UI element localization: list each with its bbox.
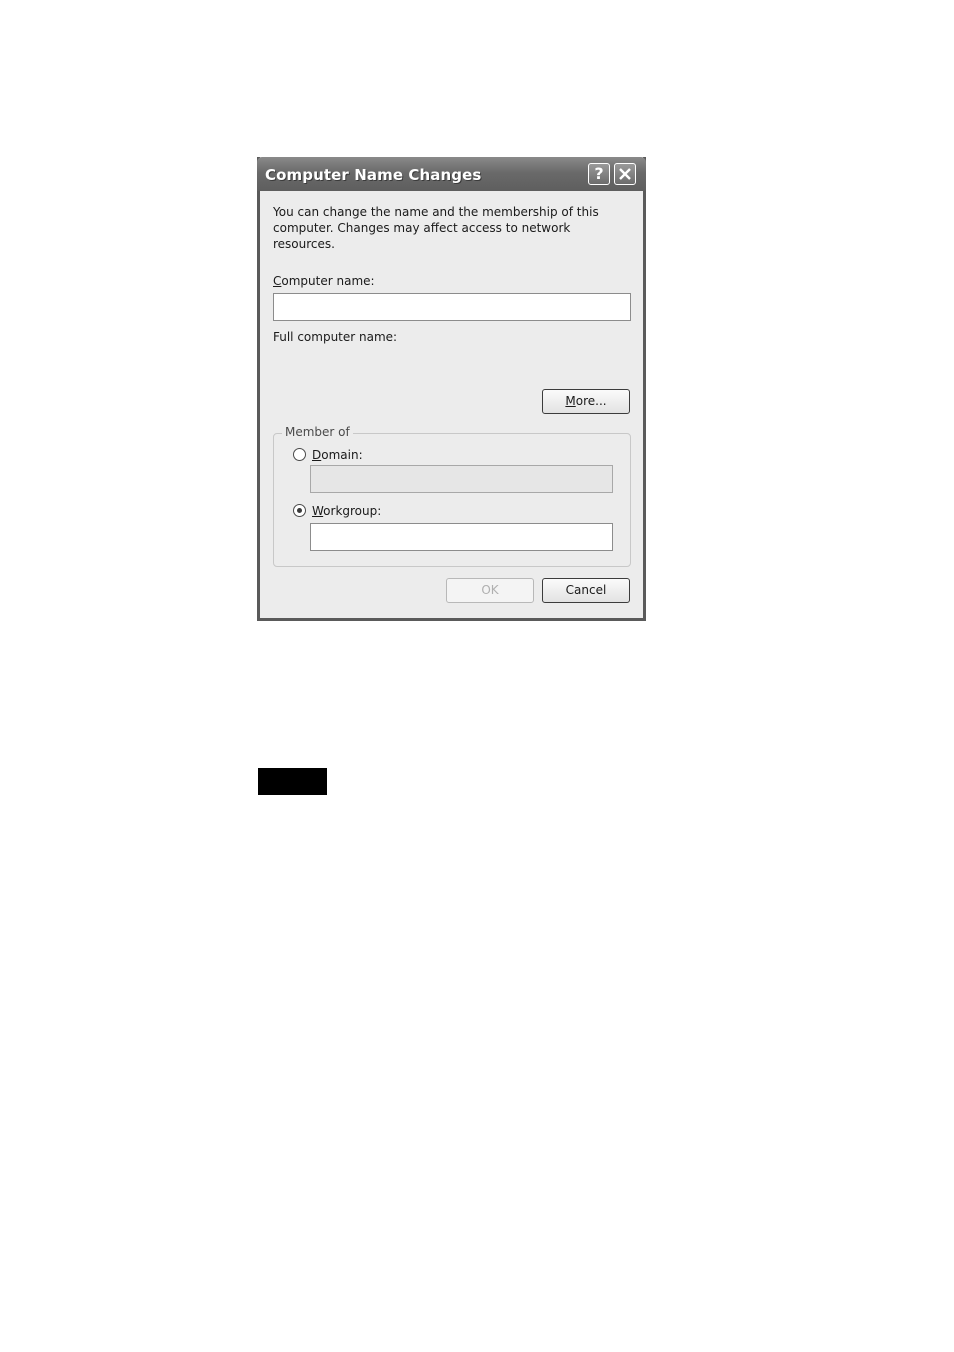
radio-selected-dot: [297, 508, 302, 513]
computer-name-input[interactable]: [273, 293, 631, 321]
full-computer-name-label: Full computer name:: [273, 330, 398, 344]
ok-button[interactable]: OK: [446, 578, 534, 603]
computer-name-label: Computer name:: [273, 274, 375, 288]
computer-name-changes-dialog: Computer Name Changes ? You can change t…: [257, 157, 646, 621]
title-bar[interactable]: Computer Name Changes ?: [257, 157, 646, 191]
workgroup-radio[interactable]: [293, 504, 306, 517]
computer-name-label-text: omputer name:: [281, 274, 375, 288]
dialog-description: You can change the name and the membersh…: [273, 205, 599, 251]
domain-label[interactable]: Domain:: [312, 448, 363, 462]
more-accesskey: M: [565, 394, 576, 408]
workgroup-label-text: orkgroup:: [323, 504, 382, 518]
domain-radio[interactable]: [293, 448, 306, 461]
workgroup-accesskey: W: [312, 504, 324, 518]
help-icon: ?: [594, 164, 604, 183]
close-icon: [619, 168, 631, 180]
workgroup-input[interactable]: [310, 523, 613, 551]
domain-accesskey: D: [312, 448, 322, 462]
redaction-bar: [258, 768, 327, 795]
workgroup-label[interactable]: Workgroup:: [312, 504, 381, 518]
help-button[interactable]: ?: [588, 163, 610, 185]
close-button[interactable]: [614, 163, 636, 185]
domain-input[interactable]: [310, 465, 613, 493]
cancel-button[interactable]: Cancel: [542, 578, 630, 603]
more-label: ore...: [575, 394, 607, 408]
member-of-legend: Member of: [282, 425, 353, 439]
more-button[interactable]: More...: [542, 389, 630, 414]
domain-label-text: omain:: [321, 448, 363, 462]
dialog-title: Computer Name Changes: [265, 166, 482, 184]
